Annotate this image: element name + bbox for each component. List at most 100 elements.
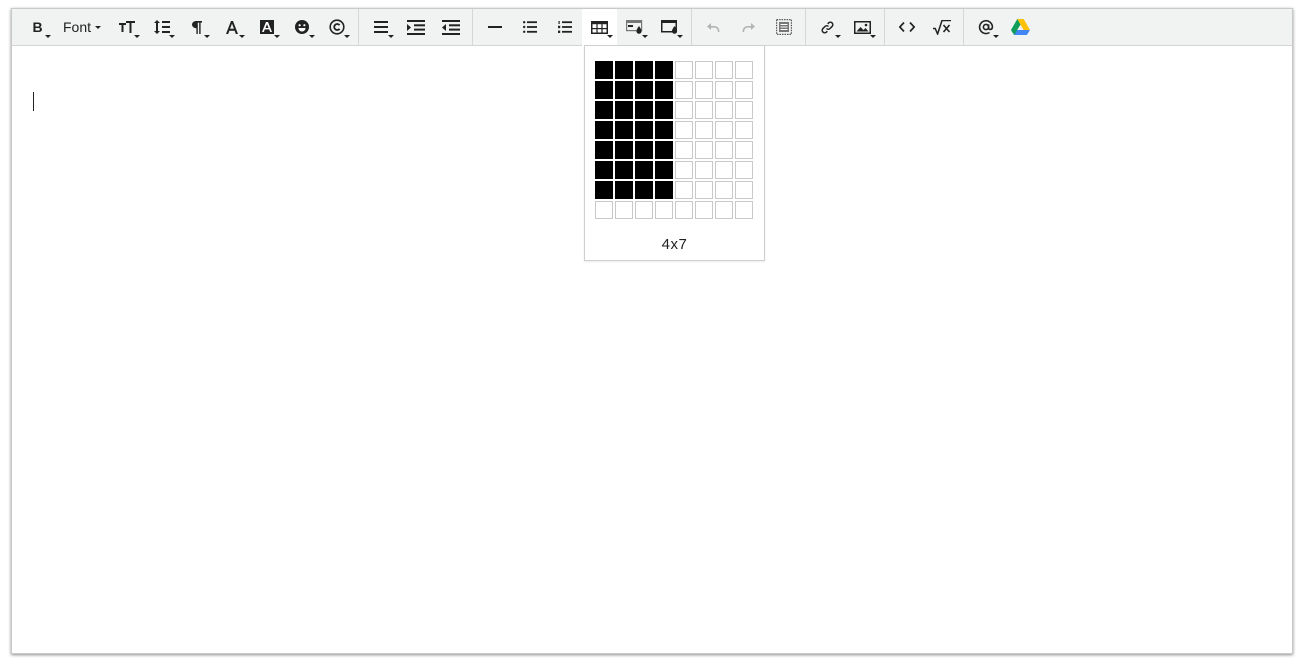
table-grid-cell[interactable]	[675, 121, 693, 139]
table-grid-cell[interactable]	[695, 101, 713, 119]
table-grid-cell-selected[interactable]	[655, 181, 673, 199]
table-grid-cell-selected[interactable]	[635, 61, 653, 79]
table-size-label: 4x7	[661, 236, 688, 253]
table-grid-cell-selected[interactable]	[655, 101, 673, 119]
table-grid-cell-selected[interactable]	[655, 141, 673, 159]
table-size-grid[interactable]	[595, 61, 753, 219]
table-grid-cell[interactable]	[695, 121, 713, 139]
table-grid-cell-selected[interactable]	[595, 121, 613, 139]
emoticons-button[interactable]	[284, 9, 319, 46]
table-grid-cell[interactable]	[635, 201, 653, 219]
table-grid-cell[interactable]	[675, 101, 693, 119]
text-color-button[interactable]	[214, 9, 249, 46]
table-grid-cell-selected[interactable]	[635, 181, 653, 199]
table-grid-cell[interactable]	[715, 81, 733, 99]
table-grid-cell[interactable]	[695, 141, 713, 159]
table-grid-cell[interactable]	[615, 201, 633, 219]
toolbar-group-code	[885, 8, 965, 46]
table-grid-cell-selected[interactable]	[615, 161, 633, 179]
table-grid-cell[interactable]	[735, 181, 753, 199]
table-grid-cell-selected[interactable]	[635, 121, 653, 139]
redo-icon	[742, 22, 756, 32]
undo-button[interactable]	[696, 9, 731, 46]
insert-image-button[interactable]	[845, 9, 880, 46]
table-grid-cell[interactable]	[695, 81, 713, 99]
table-grid-cell[interactable]	[715, 201, 733, 219]
table-grid-cell-selected[interactable]	[595, 101, 613, 119]
table-grid-cell[interactable]	[675, 161, 693, 179]
chevron-down-icon	[95, 25, 102, 29]
table-grid-cell-selected[interactable]	[655, 61, 673, 79]
table-grid-cell-selected[interactable]	[595, 141, 613, 159]
background-color-button[interactable]	[249, 9, 284, 46]
select-all-button[interactable]	[766, 9, 801, 46]
table-grid-cell-selected[interactable]	[595, 81, 613, 99]
table-grid-cell-selected[interactable]	[655, 121, 673, 139]
horizontal-line-button[interactable]	[477, 9, 512, 46]
table-grid-cell[interactable]	[735, 101, 753, 119]
table-grid-cell[interactable]	[735, 121, 753, 139]
table-grid-cell[interactable]	[735, 201, 753, 219]
table-grid-cell[interactable]	[675, 141, 693, 159]
table-grid-cell[interactable]	[695, 61, 713, 79]
bold-button[interactable]: B	[20, 9, 55, 46]
font-family-dropdown[interactable]: Font	[55, 9, 109, 46]
font-size-button[interactable]	[109, 9, 144, 46]
table-grid-cell-selected[interactable]	[615, 181, 633, 199]
table-grid-cell[interactable]	[735, 61, 753, 79]
align-button[interactable]	[363, 9, 398, 46]
table-grid-cell-selected[interactable]	[615, 61, 633, 79]
insert-link-button[interactable]	[810, 9, 845, 46]
table-grid-cell-selected[interactable]	[615, 121, 633, 139]
table-grid-cell[interactable]	[675, 61, 693, 79]
line-height-button[interactable]	[144, 9, 179, 46]
table-grid-cell-selected[interactable]	[635, 141, 653, 159]
table-grid-cell[interactable]	[715, 61, 733, 79]
table-grid-cell-selected[interactable]	[615, 101, 633, 119]
table-grid-cell[interactable]	[715, 141, 733, 159]
paragraph-format-button[interactable]	[179, 9, 214, 46]
table-style-button[interactable]	[617, 9, 652, 46]
table-grid-cell-selected[interactable]	[595, 181, 613, 199]
table-grid-cell[interactable]	[735, 81, 753, 99]
table-grid-cell[interactable]	[675, 81, 693, 99]
toolbar-group-insert	[473, 8, 693, 46]
table-grid-cell[interactable]	[715, 161, 733, 179]
table-grid-cell-selected[interactable]	[615, 141, 633, 159]
table-grid-cell-selected[interactable]	[635, 161, 653, 179]
table-grid-cell-selected[interactable]	[595, 61, 613, 79]
redo-button[interactable]	[731, 9, 766, 46]
table-grid-cell[interactable]	[735, 161, 753, 179]
mention-button[interactable]	[968, 9, 1003, 46]
table-grid-cell-selected[interactable]	[595, 161, 613, 179]
table-grid-cell[interactable]	[695, 201, 713, 219]
table-grid-cell[interactable]	[655, 201, 673, 219]
code-view-button[interactable]	[889, 9, 924, 46]
google-drive-button[interactable]	[1003, 9, 1038, 46]
table-grid-cell[interactable]	[675, 181, 693, 199]
chevron-down-icon	[677, 34, 684, 38]
table-grid-cell-selected[interactable]	[615, 81, 633, 99]
table-grid-cell[interactable]	[715, 121, 733, 139]
toolbar-group-media	[806, 8, 886, 46]
table-grid-cell[interactable]	[695, 181, 713, 199]
table-grid-cell-selected[interactable]	[635, 81, 653, 99]
table-grid-cell[interactable]	[695, 161, 713, 179]
table-grid-cell[interactable]	[715, 181, 733, 199]
indent-icon	[406, 19, 425, 35]
math-equation-button[interactable]	[924, 9, 959, 46]
table-grid-cell[interactable]	[595, 201, 613, 219]
table-grid-cell[interactable]	[675, 201, 693, 219]
ordered-list-button[interactable]	[547, 9, 582, 46]
cell-style-button[interactable]	[652, 9, 687, 46]
indent-button[interactable]	[398, 9, 433, 46]
table-grid-cell-selected[interactable]	[655, 161, 673, 179]
outdent-button[interactable]	[433, 9, 468, 46]
table-grid-cell[interactable]	[715, 101, 733, 119]
table-grid-cell-selected[interactable]	[635, 101, 653, 119]
table-grid-cell[interactable]	[735, 141, 753, 159]
table-grid-cell-selected[interactable]	[655, 81, 673, 99]
insert-table-button[interactable]	[582, 8, 618, 46]
special-characters-button[interactable]	[319, 9, 354, 46]
unordered-list-button[interactable]	[512, 9, 547, 46]
